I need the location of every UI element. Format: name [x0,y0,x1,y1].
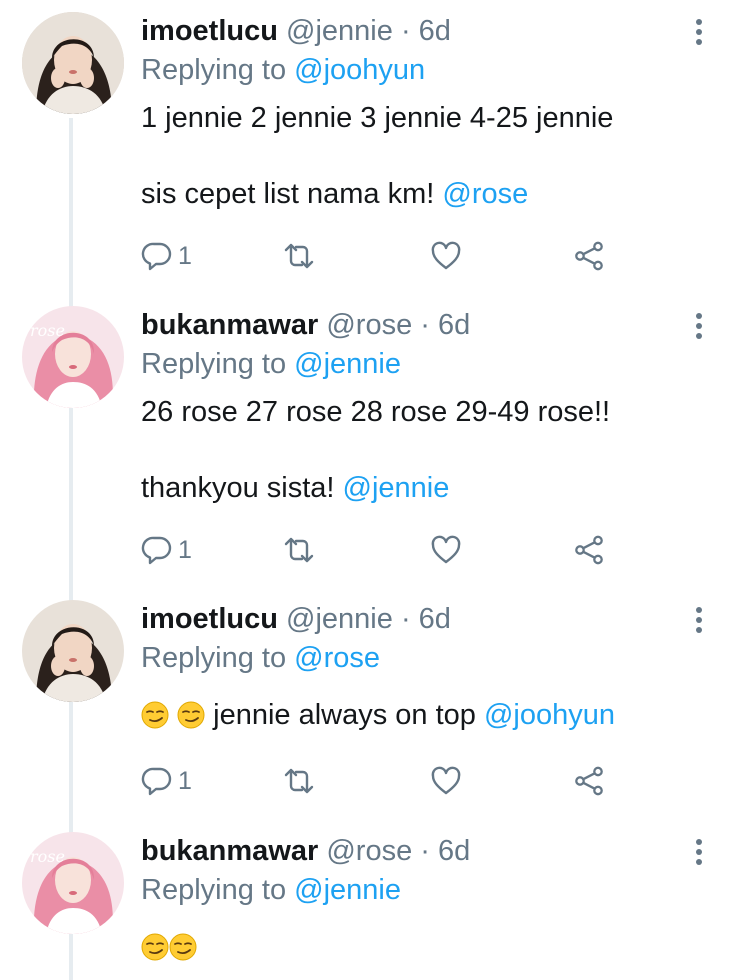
smirking-face-icon [141,933,169,961]
share-icon [575,766,603,796]
tweet-text-line [141,929,700,965]
reply-icon [141,242,172,271]
replying-label: Replying to [141,874,287,906]
more-vertical-icon[interactable] [692,15,706,49]
mention-link[interactable]: @joohyun [294,54,425,86]
separator-dot: · [420,309,430,341]
replying-label: Replying to [141,54,287,86]
tweet-header: imoetlucu @jennie · 6d [141,601,700,637]
retweet-icon [284,768,314,794]
reply-button[interactable]: 1 [141,764,192,798]
mention-link[interactable]: @jennie [294,348,401,380]
separator-dot: · [400,15,411,47]
tweet-header: bukanmawar @rose · 6d [141,307,700,343]
retweet-button[interactable] [283,239,315,273]
mention-link[interactable]: @rose [442,178,528,210]
tweet-text: sis cepet list nama km! [141,178,435,210]
smirking-face-icon [177,701,205,729]
tweet-text: jennie always on top [213,699,476,731]
tweet-thread: imoetlucu @jennie · 6d Replying to @jooh… [0,0,750,980]
reply-button[interactable]: 1 [141,239,192,273]
more-vertical-icon[interactable] [692,835,706,869]
smirking-face-icon [169,933,197,961]
like-button[interactable] [430,239,462,273]
tweet-actions: 1 [141,533,621,567]
share-button[interactable] [573,764,605,798]
share-icon [575,535,603,565]
avatar[interactable] [22,12,124,114]
display-name[interactable]: bukanmawar [141,835,318,867]
heart-icon [431,766,461,795]
heart-icon [431,535,461,564]
like-button[interactable] [430,764,462,798]
svg-text:rose: rose [30,847,65,866]
timestamp[interactable]: 6d [419,603,451,635]
retweet-button[interactable] [283,533,315,567]
avatar[interactable]: rose [22,306,124,408]
reply-button[interactable]: 1 [141,533,192,567]
svg-text:rose: rose [30,321,65,340]
replying-label: Replying to [141,642,287,674]
user-handle[interactable]: @rose [326,835,412,867]
share-icon [575,241,603,271]
tweet-actions: 1 [141,764,621,798]
mention-link[interactable]: @jennie [343,472,450,504]
tweet-text-line: 1 jennie 2 jennie 3 jennie 4-25 jennie [141,102,614,134]
more-vertical-icon[interactable] [692,309,706,343]
display-name[interactable]: bukanmawar [141,309,318,341]
tweet-text: thankyou sista! [141,472,335,504]
tweet-actions: 1 [141,239,621,273]
like-button[interactable] [430,533,462,567]
share-button[interactable] [573,239,605,273]
separator-dot: · [420,835,430,867]
retweet-button[interactable] [283,764,315,798]
display-name[interactable]: imoetlucu [141,15,278,47]
timestamp[interactable]: 6d [438,835,470,867]
tweet-text-line: sis cepet list nama km! @rose [141,176,700,212]
separator-dot: · [400,603,411,635]
timestamp[interactable]: 6d [419,15,451,47]
mention-link[interactable]: @joohyun [484,699,615,731]
tweet-text-line: thankyou sista! @jennie [141,470,700,506]
display-name[interactable]: imoetlucu [141,603,278,635]
avatar[interactable]: rose [22,832,124,934]
replying-to: Replying to @jennie [141,346,700,382]
user-handle[interactable]: @rose [326,309,412,341]
heart-icon [431,241,461,270]
replying-to: Replying to @jennie [141,872,700,908]
replying-to: Replying to @rose [141,640,700,676]
reply-icon [141,767,172,796]
smirking-face-icon [141,701,169,729]
replying-to: Replying to @joohyun [141,52,700,88]
mention-link[interactable]: @jennie [294,874,401,906]
tweet-text-line: jennie always on top @joohyun [141,697,700,733]
more-vertical-icon[interactable] [692,603,706,637]
user-handle[interactable]: @jennie [286,15,393,47]
retweet-icon [284,243,314,269]
tweet-header: bukanmawar @rose · 6d [141,833,700,869]
timestamp[interactable]: 6d [438,309,470,341]
reply-count: 1 [178,241,192,270]
tweet-text-line: 26 rose 27 rose 28 rose 29-49 rose!! [141,396,611,428]
user-handle[interactable]: @jennie [286,603,393,635]
reply-icon [141,536,172,565]
reply-count: 1 [178,766,192,795]
reply-count: 1 [178,535,192,564]
avatar[interactable] [22,600,124,702]
mention-link[interactable]: @rose [294,642,380,674]
share-button[interactable] [573,533,605,567]
retweet-icon [284,537,314,563]
replying-label: Replying to [141,348,287,380]
tweet-header: imoetlucu @jennie · 6d [141,13,700,49]
